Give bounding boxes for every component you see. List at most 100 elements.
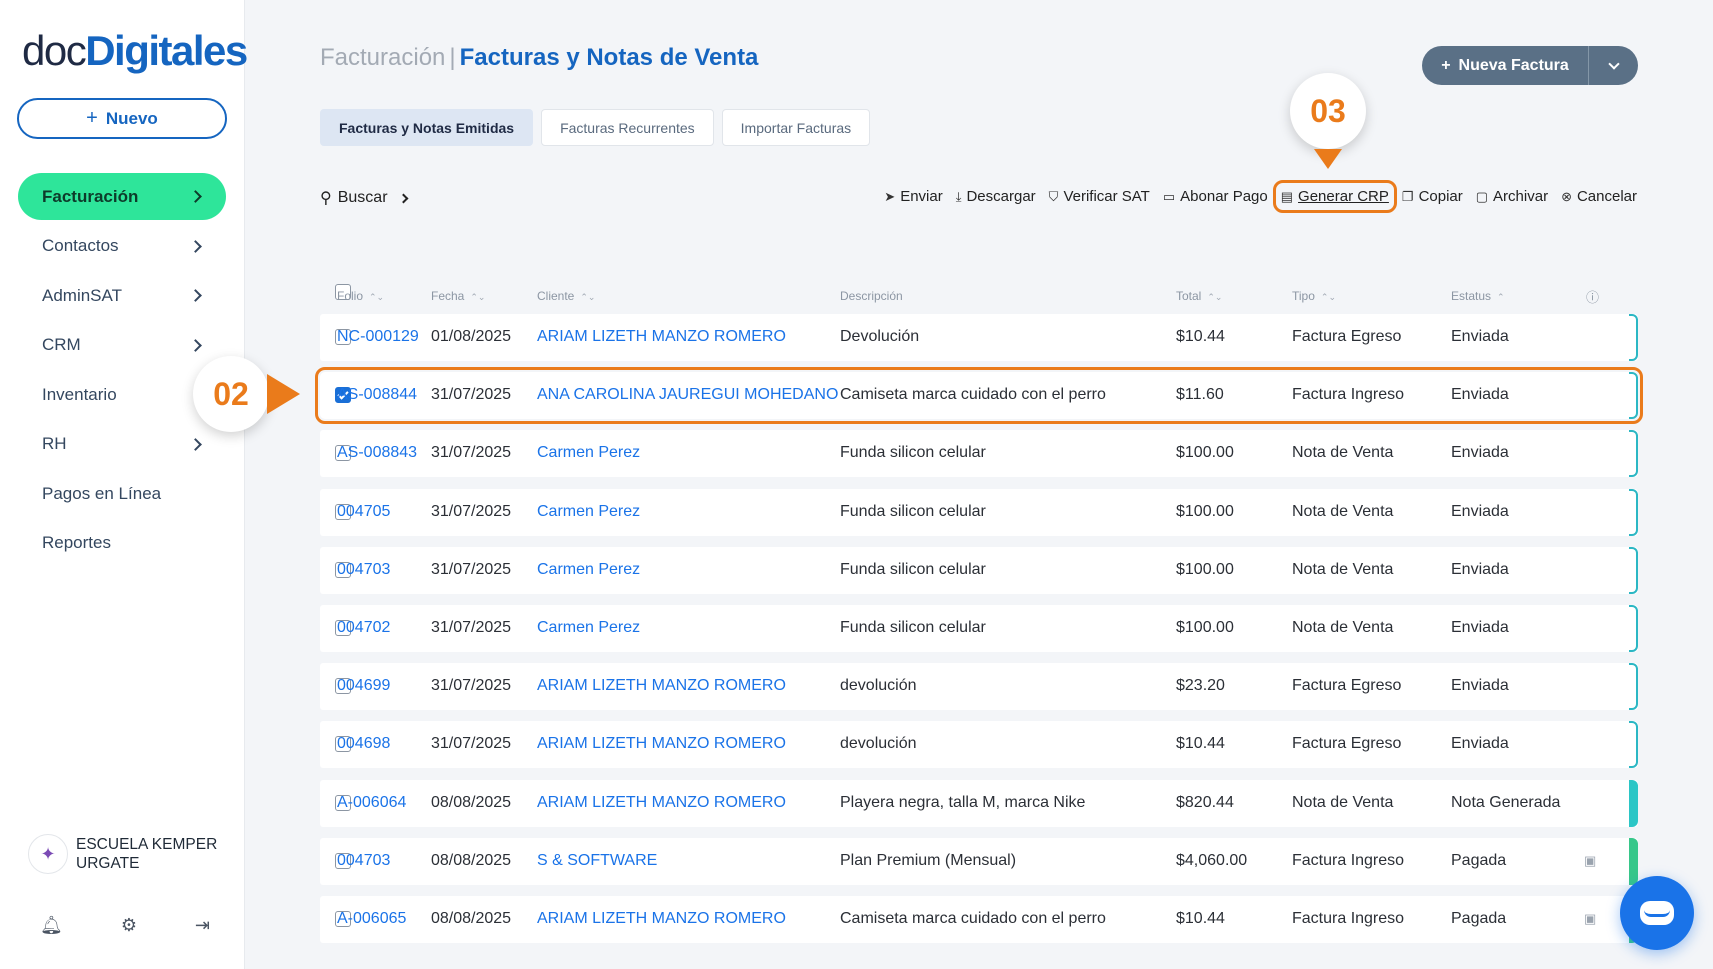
cell-cliente[interactable]: Carmen Perez [537,503,640,521]
sidebar-item-reportes[interactable]: Reportes [18,520,226,567]
row-status-bar [1629,430,1638,478]
plus-icon: + [86,107,98,129]
cell-fecha: 01/08/2025 [431,328,512,345]
generar-crp-button[interactable]: ▤ Generar CRP [1272,180,1397,213]
step-callout-02: 02 [193,356,269,432]
cell-cliente[interactable]: ARIAM LIZETH MANZO ROMERO [537,910,786,928]
cell-cliente[interactable]: S & SOFTWARE [537,852,657,870]
cell-tipo: Nota de Venta [1292,618,1394,636]
table-row[interactable]: AS-008844 31/07/2025 ANA CAROLINA JAUREGUI… [315,367,1643,425]
row-status-bar [1629,314,1638,361]
table-row[interactable]: AS-008843 31/07/2025 Carmen Perez Funda sil… [320,430,1638,478]
action-label: Archivar [1493,188,1549,205]
cell-folio[interactable]: A-006065 [337,910,406,928]
cell-folio[interactable]: A-006064 [337,794,406,812]
table-row[interactable]: 004705 31/07/2025 Carmen Perez Funda silico… [320,488,1638,536]
bell-icon[interactable]: 🔔︎ [40,915,63,936]
sidebar-item-label: Contactos [42,236,119,255]
cell-descripcion: Funda silicon celular [840,560,986,578]
column-estatus-label: Estatus [1451,289,1492,303]
column-tipo[interactable]: Tipo ⌃⌄ [1292,289,1336,303]
sidebar-item-rh[interactable]: RH [18,421,226,468]
sidebar-item-label: CRM [42,335,81,354]
column-fecha[interactable]: Fecha ⌃⌄ [431,289,485,303]
sidebar-item-adminsat[interactable]: AdminSAT [18,272,226,319]
gear-icon[interactable]: ⚙︎ [121,915,137,936]
table-row[interactable]: 004703 08/08/2025 S & SOFTWARE Plan Premium… [320,837,1638,885]
tab-3[interactable]: Importar Facturas [721,109,871,146]
receipt-icon[interactable]: ▣ [1584,911,1596,927]
enviar-button[interactable]: ➤ Enviar [884,188,942,205]
breadcrumb-parent[interactable]: Facturación [320,44,445,71]
descargar-button[interactable]: ⤓ Descargar [956,188,1036,205]
cell-tipo: Factura Ingreso [1292,909,1405,927]
cell-cliente[interactable]: ARIAM LIZETH MANZO ROMERO [537,794,786,812]
cell-cliente[interactable]: ARIAM LIZETH MANZO ROMERO [537,735,786,753]
info-icon[interactable]: ⓘ [1586,287,1599,306]
table-row[interactable]: NC-000129 01/08/2025 ARIAM LIZETH MANZO RO… [320,314,1638,361]
new-button[interactable]: + Nuevo [17,98,227,139]
sidebar-item-label: AdminSAT [42,285,122,305]
table-row[interactable]: 004702 31/07/2025 Carmen Perez Funda silico… [320,604,1638,652]
cell-folio[interactable]: AS-008843 [337,444,417,462]
cell-cliente[interactable]: ANA CAROLINA JAUREGUI MOHEDANO [537,386,838,404]
receipt-icon[interactable]: ▣ [1584,853,1596,869]
cell-cliente[interactable]: Carmen Perez [537,619,640,637]
cell-cliente[interactable]: Carmen Perez [537,561,640,579]
table-row[interactable]: A-006064 08/08/2025 ARIAM LIZETH MANZO ROM… [320,779,1638,827]
abonar-pago-button[interactable]: ▭ Abonar Pago [1163,188,1268,205]
cell-folio[interactable]: 004705 [337,503,390,521]
tab-1[interactable]: Facturas y Notas Emitidas [320,109,534,146]
cell-total: $11.60 [1176,386,1224,404]
verificar-sat-button[interactable]: ⛉ Verificar SAT [1049,188,1150,205]
column-folio[interactable]: Folio ⌃⌄ [337,289,384,303]
column-estatus[interactable]: Estatus ⌃ [1451,289,1505,303]
cell-folio[interactable]: 004703 [337,561,390,579]
cell-folio[interactable]: 004699 [337,677,390,695]
cell-folio[interactable]: 004703 [337,852,390,870]
cell-estatus: Nota Generada [1451,793,1561,811]
table-row[interactable]: A-006065 08/08/2025 ARIAM LIZETH MANZO ROM… [320,895,1638,943]
cell-folio[interactable]: NC-000129 [337,328,419,346]
row-status-bar [1629,604,1638,652]
cell-fecha: 08/08/2025 [431,851,512,869]
cell-cliente[interactable]: ARIAM LIZETH MANZO ROMERO [537,677,786,695]
cell-total: $100.00 [1176,444,1234,462]
chat-button[interactable] [1620,876,1694,950]
cell-folio[interactable]: 004702 [337,619,390,637]
chevron-right-icon [398,193,408,203]
table-row[interactable]: 004698 31/07/2025 ARIAM LIZETH MANZO ROMER… [320,721,1638,769]
cell-folio[interactable]: 004698 [337,735,390,753]
archivar-button[interactable]: ▢ Archivar [1476,188,1548,205]
column-total[interactable]: Total ⌃⌄ [1176,289,1222,303]
sidebar-nav: Facturación Contactos AdminSAT CRM Inventari… [18,173,226,569]
cancelar-button[interactable]: ⊗ Cancelar [1561,188,1637,205]
table-row[interactable]: 004699 31/07/2025 ARIAM LIZETH MANZO ROMER… [320,663,1638,711]
column-cliente[interactable]: Cliente ⌃⌄ [537,289,595,303]
sidebar-item-crm[interactable]: CRM [18,322,226,369]
search-toggle[interactable]: ⚲ Buscar [320,188,408,208]
cell-cliente[interactable]: ARIAM LIZETH MANZO ROMERO [537,328,786,346]
copiar-button[interactable]: ❐ Copiar [1402,188,1463,205]
cell-folio[interactable]: AS-008844 [337,386,417,404]
cell-estatus: Pagada [1451,851,1507,869]
tab-2[interactable]: Facturas Recurrentes [541,109,714,146]
sort-asc-icon: ⌃ [1497,292,1505,302]
new-invoice-button[interactable]: + Nueva Factura [1422,46,1588,85]
breadcrumb-separator: | [449,44,456,71]
cell-cliente[interactable]: Carmen Perez [537,444,640,462]
cell-total: $100.00 [1176,618,1234,636]
sidebar-item-contactos[interactable]: Contactos [18,223,226,270]
sidebar-item-facturación[interactable]: Facturación [18,173,226,220]
table-row[interactable]: 004703 31/07/2025 Carmen Perez Funda silico… [320,546,1638,594]
user-profile[interactable]: ✦ ESCUELA KEMPER URGATE [28,834,226,874]
cell-fecha: 31/07/2025 [431,735,512,753]
sidebar-item-pagos-en-línea[interactable]: Pagos en Línea [18,470,226,517]
logo[interactable]: docDigitales [22,26,248,76]
tab-bar: Facturas y Notas Emitidas Facturas Recurr… [320,109,871,146]
new-invoice-dropdown-button[interactable] [1588,46,1638,85]
logout-icon[interactable]: ⇥ [195,915,210,936]
cell-total: $820.44 [1176,793,1234,811]
cell-estatus: Enviada [1451,618,1509,636]
row-status-bar [1629,546,1638,594]
